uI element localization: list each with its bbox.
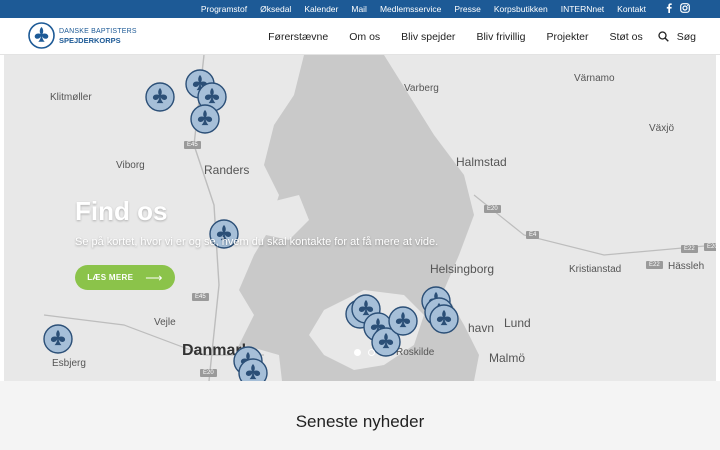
logo[interactable]: DANSKE BAPTISTERS SPEJDERKORPS [28,22,137,49]
nav-item-om-os[interactable]: Om os [349,31,380,43]
news-heading: Seneste nyheder [295,412,425,431]
road-label: E20 [484,205,501,213]
map-label-kristianstad: Kristianstad [569,264,622,275]
map-marker-icon[interactable] [238,358,268,381]
main-header: DANSKE BAPTISTERS SPEJDERKORPS Førerstæv… [0,18,720,55]
map-label-varnamo: Värnamo [574,73,615,84]
slider-dot-1[interactable] [354,349,361,356]
map-label-hassleholm: Hässleh [668,261,705,272]
read-more-label: LÆS MERE [87,273,134,282]
road-label: E22 [681,245,698,253]
road-label: E20 [200,369,217,377]
map-label-klitmoller: Klitmøller [50,92,92,103]
nav-item-stot-os[interactable]: Støt os [609,31,642,43]
nav-item-forerstaevne[interactable]: Førerstævne [268,31,328,43]
topbar-link-kalender[interactable]: Kalender [304,4,338,14]
topbar-link-presse[interactable]: Presse [454,4,480,14]
map-label-helsingborg: Helsingborg [430,262,495,276]
road-label: E22 [646,261,663,269]
map-marker-icon[interactable] [429,304,459,334]
logo-line-1: DANSKE BAPTISTERS [59,27,137,35]
topbar-link-oksedal[interactable]: Øksedal [260,4,291,14]
topbar-link-internnet[interactable]: INTERNnet [561,4,604,14]
map-label-viborg: Viborg [116,160,145,171]
hero-subtitle: Se på kortet, hvor vi er og se, hvem du … [75,236,439,248]
map-label-roskilde: Roskilde [396,347,435,358]
facebook-icon[interactable] [665,0,673,18]
slider-dot-2[interactable] [368,349,375,356]
arrow-right-icon: ⟶ [145,270,163,285]
map-label-halmstad: Halmstad [456,155,507,169]
topbar-link-programstof[interactable]: Programstof [201,4,247,14]
road-label: E4 [526,231,540,239]
map-label-varberg: Varberg [404,83,439,94]
topbar-link-korpsbutikken[interactable]: Korpsbutikken [494,4,548,14]
road-label: E45 [184,141,201,149]
map-label-vaxjo: Växjö [649,123,675,134]
nav-item-bliv-frivillig[interactable]: Bliv frivillig [476,31,525,43]
topbar-link-kontakt[interactable]: Kontakt [617,4,646,14]
map-label-randers: Randers [204,163,250,177]
topbar-link-medlemsservice[interactable]: Medlemsservice [380,4,441,14]
road-label: E20 [704,243,716,251]
topbar-link-mail[interactable]: Mail [351,4,367,14]
map-label-vejle: Vejle [154,317,176,328]
map-marker-icon[interactable] [197,82,227,112]
read-more-button[interactable]: LÆS MERE ⟶ [75,265,175,290]
map-label-esbjerg: Esbjerg [52,358,86,369]
hero-title: Find os [75,196,168,226]
road-label: E45 [192,293,209,301]
top-utility-bar: Programstof Øksedal Kalender Mail Medlem… [0,0,720,18]
map-label-kobenhavn: havn [468,321,495,335]
hero-slider: Klitmøller Viborg Randers Vejle Esbjerg … [4,55,716,381]
map-marker-icon[interactable] [388,306,418,336]
nav-item-bliv-spejder[interactable]: Bliv spejder [401,31,455,43]
news-section: Seneste nyheder [0,381,720,450]
nav-item-projekter[interactable]: Projekter [546,31,588,43]
logo-line-2: SPEJDERKORPS [59,35,121,45]
search-label[interactable]: Søg [677,31,696,43]
map-marker-icon[interactable] [43,324,73,354]
map-label-lund: Lund [504,316,531,330]
main-nav: Førerstævne Om os Bliv spejder Bliv friv… [247,18,696,55]
slider-dots [354,349,382,356]
map-marker-icon[interactable] [190,104,220,134]
search-icon[interactable] [658,31,669,42]
map-label-malmo: Malmö [489,351,526,365]
logo-emblem-icon [28,22,55,49]
social-links [658,0,690,18]
map-marker-icon[interactable] [145,82,175,112]
instagram-icon[interactable] [680,0,690,18]
